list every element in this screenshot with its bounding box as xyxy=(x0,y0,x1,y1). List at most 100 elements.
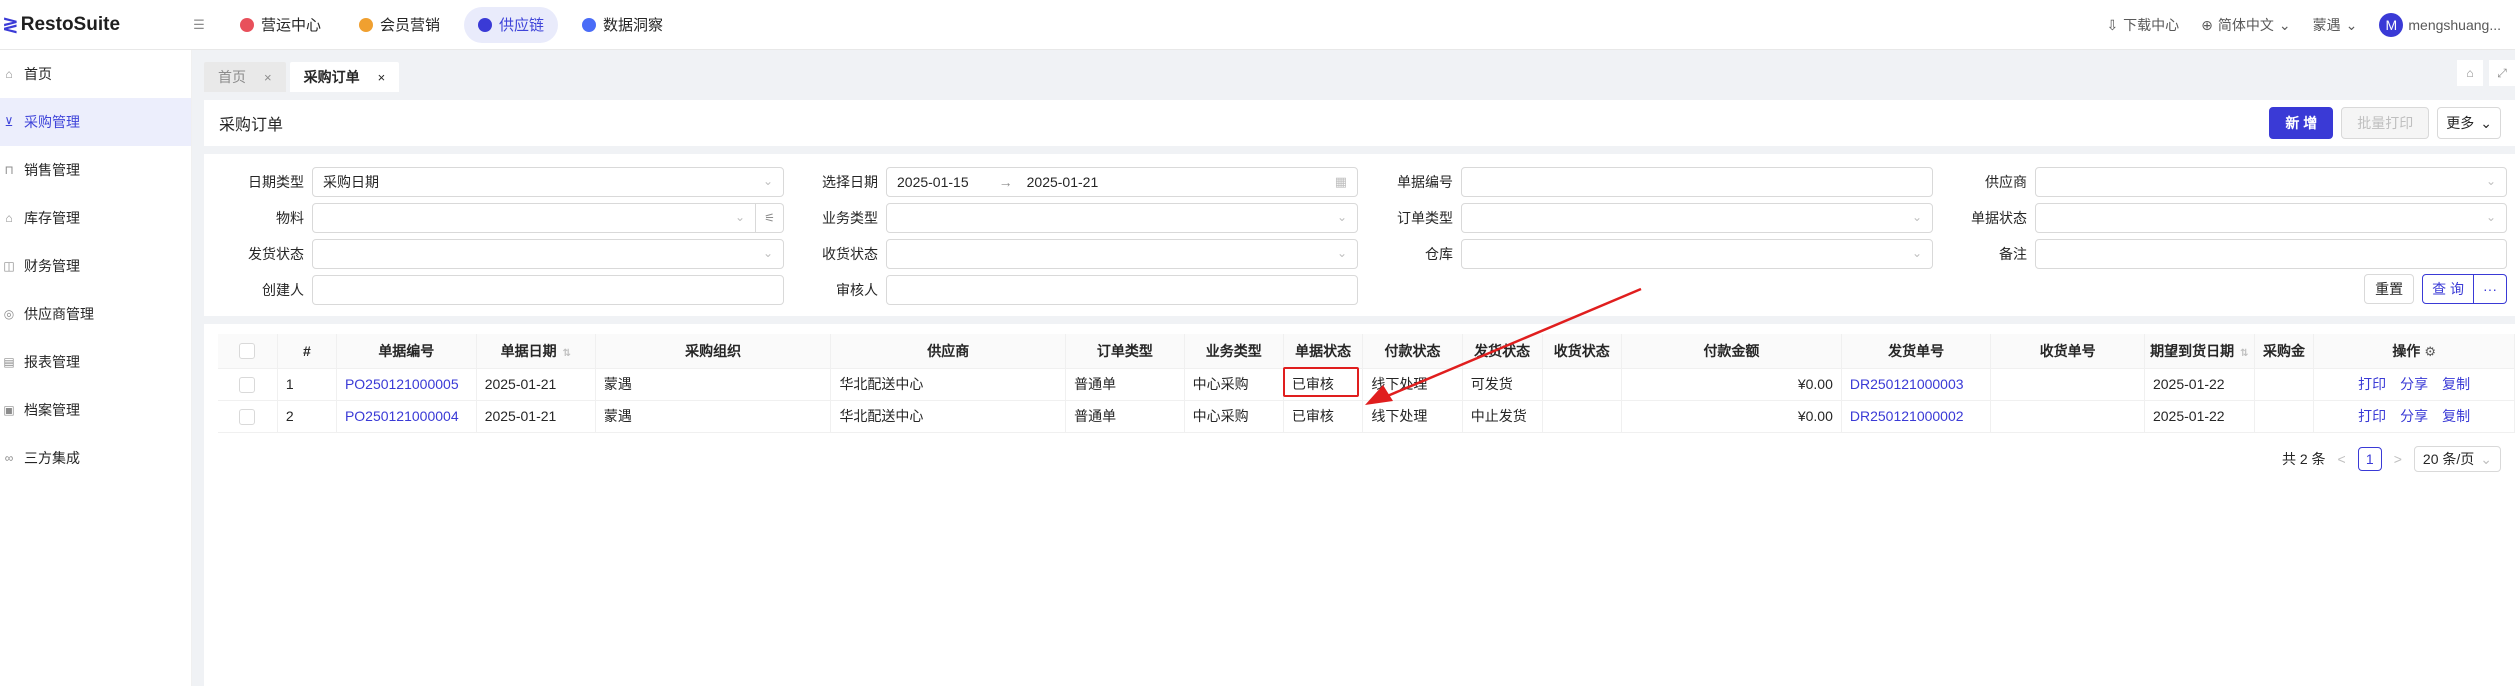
batch-print-button[interactable]: 批量打印 xyxy=(2341,107,2430,139)
sidebar-item-home[interactable]: ⌂ 首页 xyxy=(0,50,191,98)
doc-status-select[interactable]: ⌄ xyxy=(2035,203,2507,233)
marketing-icon xyxy=(359,17,374,32)
sidebar-item-sales[interactable]: ⊓ 销售管理 xyxy=(0,146,191,194)
sidebar-item-label: 销售管理 xyxy=(24,162,80,178)
share-link[interactable]: 分享 xyxy=(2400,376,2428,392)
cell-doc-no-link[interactable]: PO250121000004 xyxy=(336,400,477,433)
column-header: 供应商 xyxy=(830,334,1067,369)
query-more-button[interactable]: ··· xyxy=(2474,274,2507,304)
print-link[interactable]: 打印 xyxy=(2358,376,2386,392)
ship-status-select[interactable]: ⌄ xyxy=(312,239,784,269)
range-arrow-icon: → xyxy=(998,174,1013,190)
download-label: 下载中心 xyxy=(2123,17,2180,33)
doc-no-input[interactable] xyxy=(1461,167,1933,197)
reviewer-input[interactable] xyxy=(886,275,1358,305)
biz-type-select[interactable]: ⌄ xyxy=(886,203,1358,233)
copy-link[interactable]: 复制 xyxy=(2442,408,2470,424)
warehouse-icon: ⌂ xyxy=(5,211,13,225)
select-value: 采购日期 xyxy=(323,174,379,190)
sidebar-item-purchase[interactable]: ⊻ 采购管理 xyxy=(0,98,191,146)
topnav-member-marketing[interactable]: 会员营销 xyxy=(345,7,454,43)
filter-biz-type: 业务类型 ⌄ xyxy=(792,203,1358,233)
logo[interactable]: ≷ RestoSuite xyxy=(0,12,190,37)
order-type-select[interactable]: ⌄ xyxy=(1461,203,1933,233)
select-all-checkbox[interactable] xyxy=(239,343,256,360)
recv-status-select[interactable]: ⌄ xyxy=(886,239,1358,269)
warehouse-select[interactable]: ⌄ xyxy=(1461,239,1933,269)
column-header-date[interactable]: 单据日期 ⇅ xyxy=(476,334,596,369)
page-size-select[interactable]: 20 条/页 ⌄ xyxy=(2413,446,2501,472)
next-page-icon[interactable]: > xyxy=(2394,451,2402,467)
row-checkbox[interactable] xyxy=(239,408,256,425)
print-link[interactable]: 打印 xyxy=(2358,408,2386,424)
copy-link[interactable]: 复制 xyxy=(2442,376,2470,392)
tab-home[interactable]: 首页 × xyxy=(204,62,286,92)
sidebar-item-supplier[interactable]: ◎ 供应商管理 xyxy=(0,290,191,338)
topnav-data-insight[interactable]: 数据洞察 xyxy=(568,7,677,43)
share-link[interactable]: 分享 xyxy=(2400,408,2428,424)
filter-actions: 重置 查 询 ··· xyxy=(2364,274,2507,304)
prev-page-icon[interactable]: < xyxy=(2338,451,2346,467)
top-right: ⇩ 下载中心 ⊕ 简体中文 ⌄ 蒙遇 ⌄ M mengshuang... xyxy=(2106,0,2515,50)
filter-doc-status: 单据状态 ⌄ xyxy=(1941,203,2507,233)
chevron-down-icon: ⌄ xyxy=(1336,210,1347,224)
calendar-icon: ▦ xyxy=(1334,174,1347,189)
sidebar-item-report[interactable]: ▤ 报表管理 xyxy=(0,338,191,386)
new-button[interactable]: 新 增 xyxy=(2269,107,2334,139)
user-menu[interactable]: M mengshuang... xyxy=(2379,13,2501,37)
download-center[interactable]: ⇩ 下载中心 xyxy=(2106,15,2179,35)
sidebar-item-archive[interactable]: ▣ 档案管理 xyxy=(0,386,191,434)
cell-ops: 打印 分享 复制 xyxy=(2313,368,2515,401)
cell-expected-date: 2025-01-22 xyxy=(2144,400,2255,433)
topnav-operations[interactable]: 营运中心 xyxy=(226,7,335,43)
sidebar-item-finance[interactable]: ◫ 财务管理 xyxy=(0,242,191,290)
close-icon[interactable]: × xyxy=(378,70,386,85)
filter-recv-status: 收货状态 ⌄ xyxy=(792,239,1358,269)
remark-input[interactable] xyxy=(2035,239,2507,269)
cell-biz-type: 中心采购 xyxy=(1184,400,1284,433)
reset-button[interactable]: 重置 xyxy=(2364,274,2415,304)
column-header-expected-date[interactable]: 期望到货日期 ⇅ xyxy=(2144,334,2255,369)
close-icon[interactable]: × xyxy=(264,70,272,85)
filter-label: 发货状态 xyxy=(248,246,304,262)
tab-tools: ⌂ ⤢ xyxy=(2457,60,2515,86)
fullscreen-icon[interactable]: ⤢ xyxy=(2489,60,2515,86)
date-range-picker[interactable]: 2025-01-15 → 2025-01-21 ▦ xyxy=(886,167,1358,197)
column-header: 采购金 xyxy=(2254,334,2315,369)
cell-ship-no-link[interactable]: DR250121000003 xyxy=(1841,368,1992,401)
column-header-label: 期望到货日期 xyxy=(2150,342,2235,359)
page-size-label: 20 条/页 xyxy=(2422,451,2475,467)
sidebar-item-inventory[interactable]: ⌂ 库存管理 xyxy=(0,194,191,242)
material-select[interactable]: ⌄ xyxy=(312,203,756,233)
cell-doc-status: 已审核 xyxy=(1283,400,1364,433)
creator-input[interactable] xyxy=(312,275,784,305)
query-button-group: 查 询 ··· xyxy=(2422,274,2507,304)
cell-ship-no-link[interactable]: DR250121000002 xyxy=(1841,400,1992,433)
pagination: 共 2 条 < 1 > 20 条/页 ⌄ xyxy=(2282,446,2501,472)
material-picker-icon[interactable]: ⚟ xyxy=(756,203,784,233)
menu-collapse-icon[interactable]: ☰ xyxy=(190,17,208,32)
date-type-select[interactable]: 采购日期 ⌄ xyxy=(312,167,784,197)
filter-supplier: 供应商 ⌄ xyxy=(1941,167,2507,197)
date-end: 2025-01-21 xyxy=(1026,174,1099,190)
cell-doc-no-link[interactable]: PO250121000005 xyxy=(336,368,477,401)
page-title: 采购订单 xyxy=(219,117,284,134)
tab-purchase-order[interactable]: 采购订单 × xyxy=(289,62,400,92)
page-number[interactable]: 1 xyxy=(2357,447,2382,471)
cell-expected-date: 2025-01-22 xyxy=(2144,368,2255,401)
row-checkbox[interactable] xyxy=(239,376,256,393)
topnav-supply-chain[interactable]: 供应链 xyxy=(464,6,559,43)
tab-label: 首页 xyxy=(218,69,246,85)
query-button[interactable]: 查 询 xyxy=(2422,274,2474,304)
column-header-label: 单据日期 xyxy=(500,342,557,359)
language-select[interactable]: ⊕ 简体中文 ⌄ xyxy=(2201,15,2290,35)
home-icon[interactable]: ⌂ xyxy=(2457,60,2483,86)
gear-icon[interactable]: ⚙ xyxy=(2424,344,2436,359)
language-label: 简体中文 xyxy=(2217,17,2274,33)
more-button[interactable]: 更多 ⌄ xyxy=(2437,107,2501,139)
store-select[interactable]: 蒙遇 ⌄ xyxy=(2313,15,2358,35)
supplier-select[interactable]: ⌄ xyxy=(2035,167,2507,197)
app-name: RestoSuite xyxy=(20,13,121,35)
cell-supplier: 华北配送中心 xyxy=(830,368,1067,401)
sidebar-item-integration[interactable]: ∞ 三方集成 xyxy=(0,434,191,482)
